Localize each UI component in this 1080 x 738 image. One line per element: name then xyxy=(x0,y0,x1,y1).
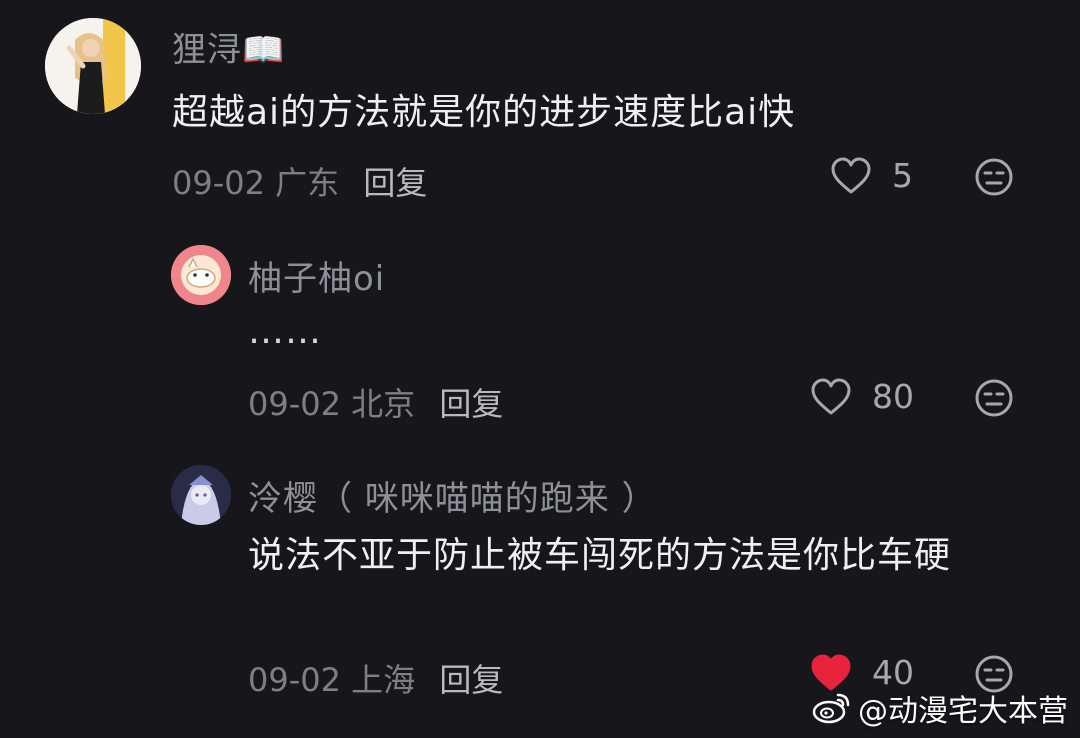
comment-date: 09-02 xyxy=(248,385,341,423)
username[interactable]: 柚子柚oi xyxy=(248,251,385,300)
weibo-icon xyxy=(812,693,850,724)
comment-location: 上海 xyxy=(351,661,416,699)
meh-face-icon[interactable] xyxy=(974,378,1014,418)
like-count: 80 xyxy=(872,377,914,416)
watermark-text: @动漫宅大本营 xyxy=(858,694,1068,729)
reply-button[interactable]: 回复 xyxy=(439,385,503,423)
comment-date: 09-02 xyxy=(248,661,341,699)
avatar[interactable] xyxy=(45,18,141,114)
avatar-image xyxy=(45,18,141,114)
heart-outline-icon xyxy=(811,378,851,414)
comment-meta: 09-02 北京 回复 xyxy=(248,379,503,425)
comment-location: 广东 xyxy=(275,164,340,202)
meh-face-icon[interactable] xyxy=(974,157,1014,197)
avatar[interactable] xyxy=(171,465,231,525)
avatar[interactable] xyxy=(171,245,231,305)
comment-text: 超越ai的方法就是你的进步速度比ai快 xyxy=(172,92,796,133)
watermark: @动漫宅大本营 xyxy=(812,686,1068,730)
comment-item-2: 柚子柚oi …… 09-02 北京 回复 80 xyxy=(0,215,1080,435)
comment-item-1: 狸浔📖 超越ai的方法就是你的进步速度比ai快 09-02 广东 回复 5 xyxy=(0,0,1080,215)
comment-date: 09-02 xyxy=(172,164,265,202)
reply-button[interactable]: 回复 xyxy=(439,661,503,699)
comment-location: 北京 xyxy=(351,385,416,423)
avatar-image xyxy=(171,465,231,525)
reply-button[interactable]: 回复 xyxy=(363,164,427,202)
username[interactable]: 狸浔📖 xyxy=(172,22,285,71)
comment-meta: 09-02 上海 回复 xyxy=(248,655,503,701)
username[interactable]: 泠樱（ 咪咪喵喵的跑来 ） xyxy=(248,471,657,520)
avatar-image xyxy=(171,245,231,305)
comment-meta: 09-02 广东 回复 xyxy=(172,158,427,204)
comment-text: …… xyxy=(248,311,322,352)
like-button[interactable]: 5 xyxy=(830,156,952,195)
comment-text: 说法不亚于防止被车闯死的方法是你比车硬 xyxy=(248,535,952,576)
like-count: 5 xyxy=(892,156,913,195)
like-button[interactable]: 80 xyxy=(810,377,932,416)
heart-outline-icon xyxy=(831,157,871,193)
